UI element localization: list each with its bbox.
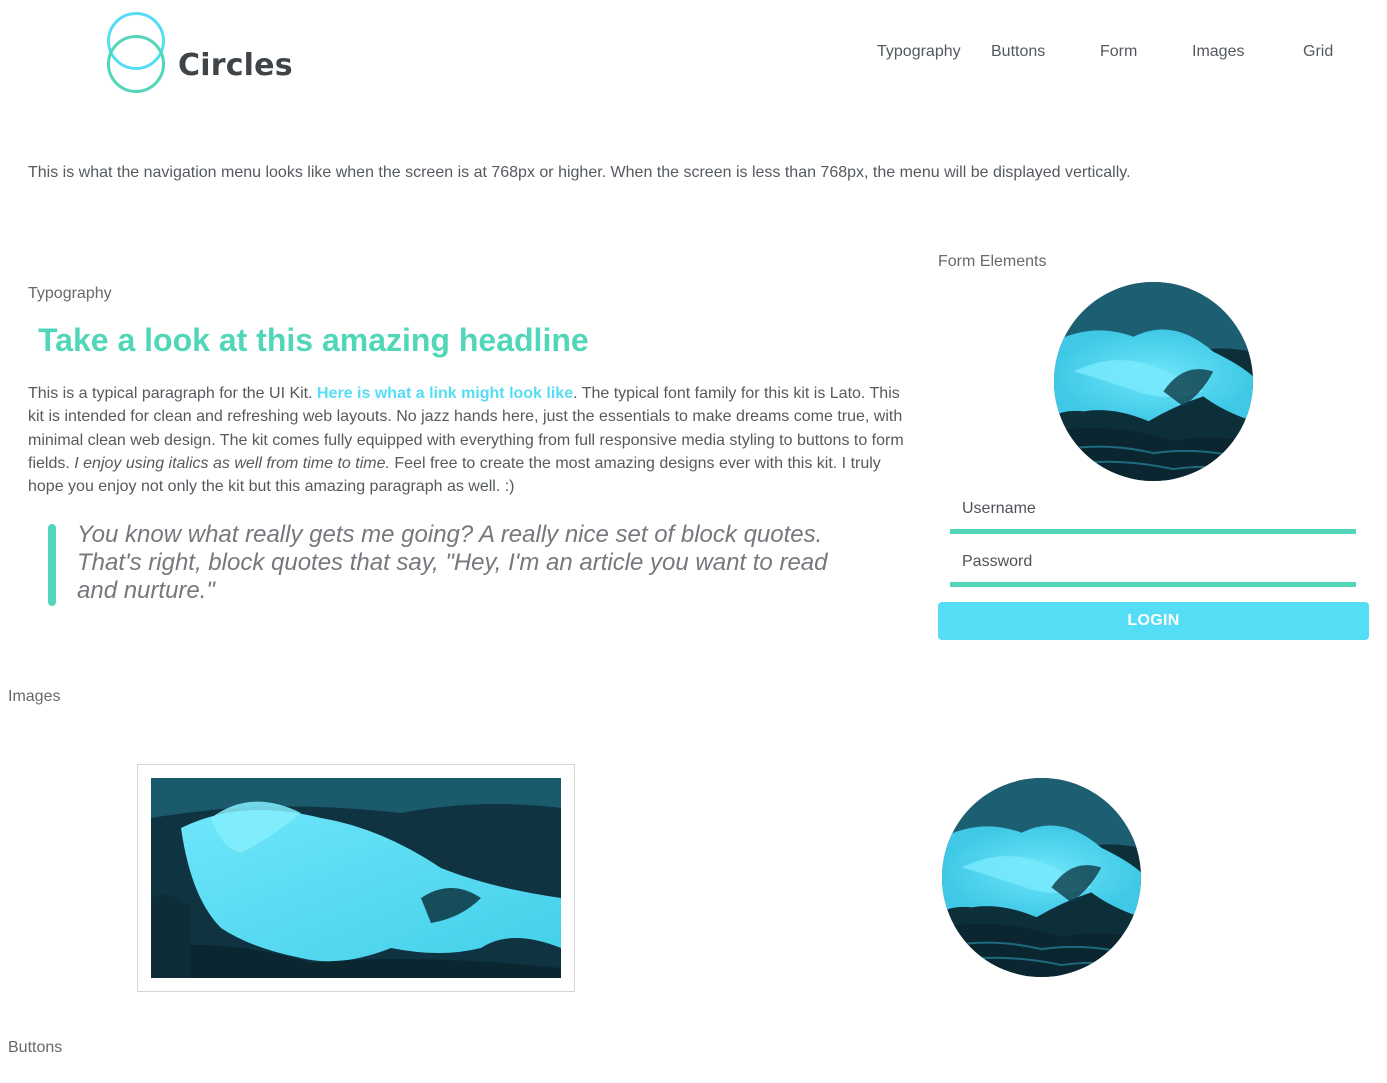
- username-field: [950, 489, 1356, 534]
- round-image: [942, 778, 1141, 977]
- blockquote: You know what really gets me going? A re…: [77, 521, 828, 604]
- headline: Take a look at this amazing headline: [38, 322, 589, 358]
- nav-item-buttons[interactable]: Buttons: [991, 43, 1045, 61]
- login-button[interactable]: LOGIN: [938, 602, 1369, 640]
- section-label-images: Images: [8, 688, 61, 705]
- nav-item-images[interactable]: Images: [1192, 43, 1244, 61]
- brand-name: Circles: [178, 48, 293, 83]
- nav-item-grid[interactable]: Grid: [1303, 43, 1333, 61]
- username-input[interactable]: [950, 489, 1356, 529]
- nav-item-form[interactable]: Form: [1100, 43, 1137, 61]
- ui-kit-page: Circles Typography Buttons Form Images G…: [0, 0, 1387, 1083]
- avatar-image: [1054, 282, 1253, 481]
- password-input[interactable]: [950, 542, 1356, 582]
- framed-image: [137, 764, 575, 992]
- section-label-typography: Typography: [28, 285, 112, 302]
- section-label-buttons: Buttons: [8, 1039, 63, 1056]
- paragraph-italic-text: I enjoy using italics as well from time …: [74, 454, 390, 472]
- body-paragraph: This is a typical paragraph for the UI K…: [28, 382, 912, 498]
- wave-image: [942, 778, 1141, 977]
- nav-description: This is what the navigation menu looks l…: [28, 164, 1131, 181]
- wave-image: [1054, 282, 1253, 481]
- blockquote-bar: [48, 524, 56, 606]
- paragraph-link[interactable]: Here is what a link might look like: [317, 385, 573, 402]
- section-label-form: Form Elements: [938, 253, 1047, 270]
- password-field: [950, 542, 1356, 587]
- wave-image: [151, 778, 561, 978]
- nav-item-typography[interactable]: Typography: [877, 43, 961, 61]
- paragraph-text: This is a typical paragraph for the UI K…: [28, 385, 318, 402]
- circles-logo-icon: [107, 12, 165, 93]
- brand-logo[interactable]: Circles: [104, 12, 293, 96]
